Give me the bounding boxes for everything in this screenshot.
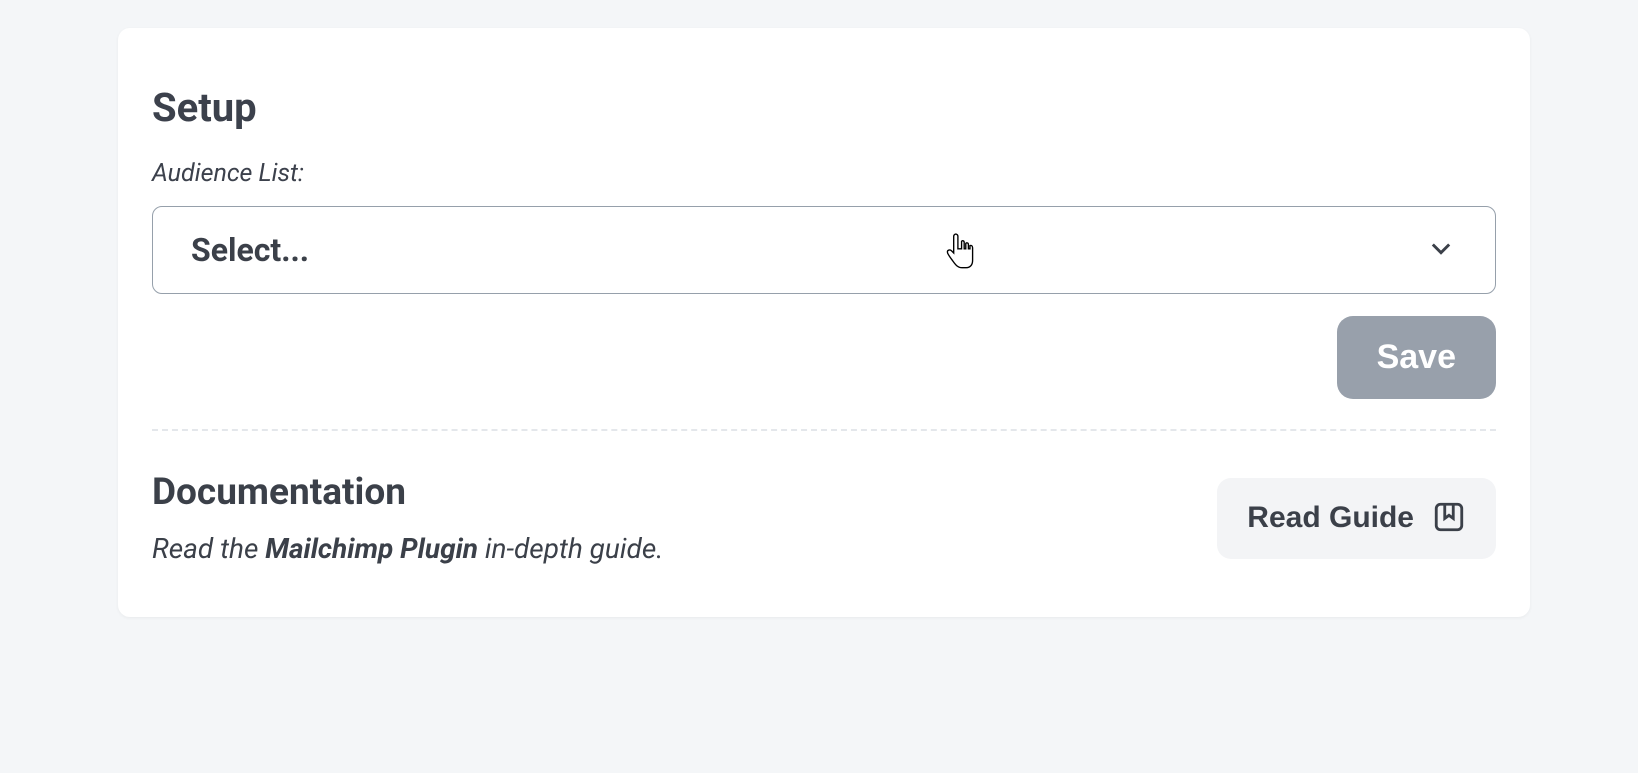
documentation-section: Documentation Read the Mailchimp Plugin … (152, 471, 1496, 565)
chevron-down-icon (1427, 234, 1455, 266)
save-button[interactable]: Save (1337, 316, 1496, 399)
audience-list-label: Audience List: (152, 159, 1496, 188)
doc-text-suffix: in-depth guide. (478, 532, 663, 565)
select-placeholder: Select... (191, 231, 309, 269)
doc-text-prefix: Read the (152, 532, 265, 565)
setup-title: Setup (152, 84, 1496, 131)
documentation-title: Documentation (152, 471, 1187, 514)
documentation-left: Documentation Read the Mailchimp Plugin … (152, 471, 1187, 565)
audience-list-select[interactable]: Select... (152, 206, 1496, 294)
read-guide-label: Read Guide (1247, 501, 1414, 535)
section-divider (152, 429, 1496, 431)
save-row: Save (152, 316, 1496, 399)
read-guide-button[interactable]: Read Guide (1217, 478, 1496, 559)
documentation-text: Read the Mailchimp Plugin in-depth guide… (152, 532, 1187, 565)
doc-text-bold: Mailchimp Plugin (265, 532, 478, 565)
setup-card: Setup Audience List: Select... Save Docu… (118, 28, 1530, 617)
bookmark-icon (1432, 500, 1466, 537)
